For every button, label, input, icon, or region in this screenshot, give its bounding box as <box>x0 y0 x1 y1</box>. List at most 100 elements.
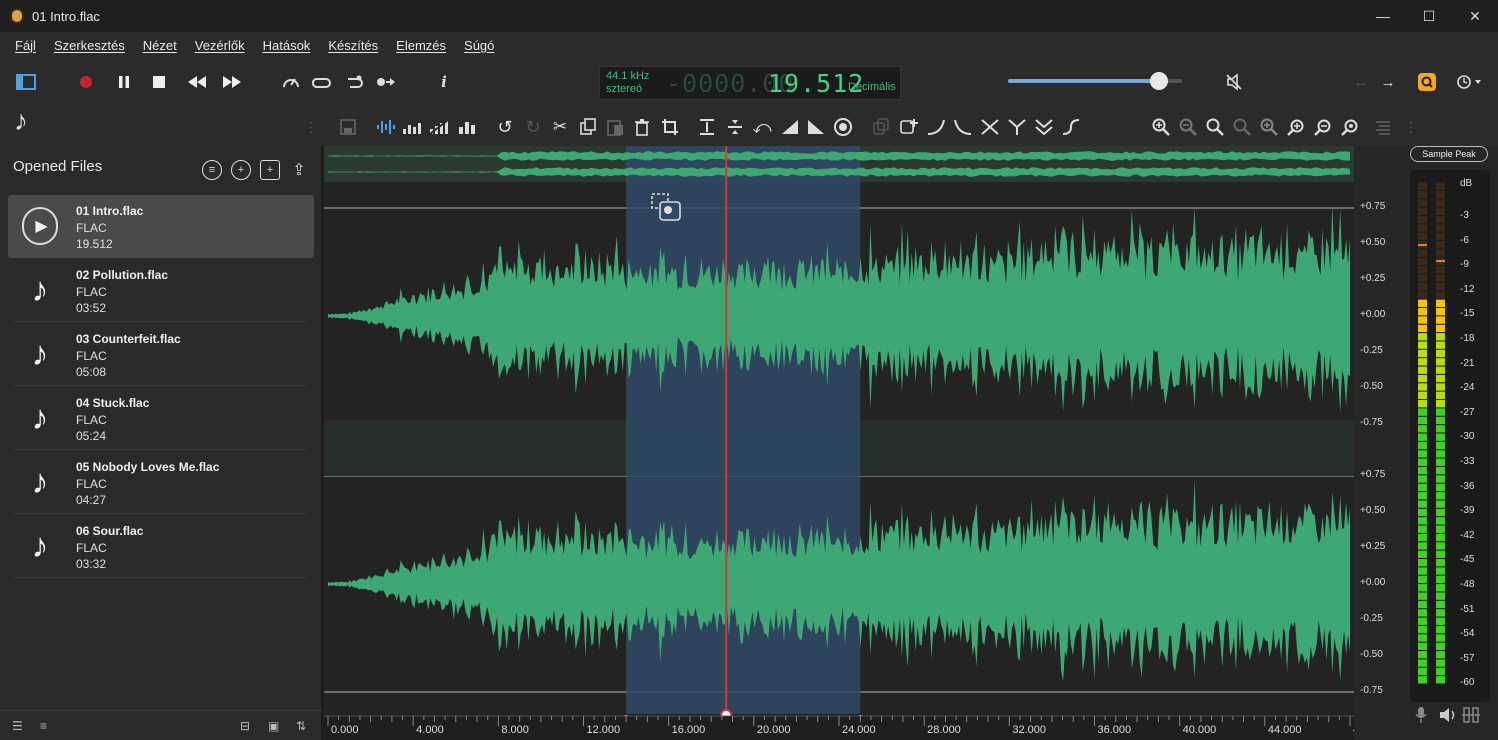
amplitude-tick-label: +0.50 <box>1360 505 1386 516</box>
compact-view-icon[interactable]: ≡ <box>40 719 47 733</box>
curve-down-icon[interactable] <box>952 116 974 138</box>
vertical-zoom-reset-icon[interactable] <box>1339 116 1361 138</box>
envelope-curve-icon[interactable] <box>1060 116 1082 138</box>
file-item[interactable]: ♪ 06 Sour.flac FLAC 03:32 <box>8 515 314 578</box>
redo-icon[interactable]: ↻ <box>522 116 544 138</box>
pause-button[interactable] <box>112 70 136 94</box>
crop-icon[interactable] <box>659 116 681 138</box>
duplicate-icon[interactable]: + <box>260 160 280 180</box>
file-item[interactable]: ♪ 02 Pollution.flac FLAC 03:52 <box>8 259 314 322</box>
track-list-icon[interactable] <box>1372 116 1394 138</box>
volume-slider-thumb[interactable] <box>1150 72 1169 90</box>
meter-settings-icon[interactable] <box>1462 706 1480 728</box>
forward-arrow-icon[interactable]: → <box>1376 70 1400 94</box>
cut-icon[interactable]: ✂ <box>549 116 571 138</box>
spectral-view-icon[interactable] <box>401 116 423 138</box>
export-icon[interactable]: ⇪ <box>289 160 309 180</box>
meter-segment <box>1436 575 1445 584</box>
expand-vertical-icon[interactable] <box>696 116 718 138</box>
menu-file[interactable]: Fájl <box>6 38 45 53</box>
speed-icon[interactable] <box>279 70 303 94</box>
vertical-zoom-in-icon[interactable] <box>1285 116 1307 138</box>
file-item[interactable]: ♪ 03 Counterfeit.flac FLAC 05:08 <box>8 323 314 386</box>
menu-controls[interactable]: Vezérlők <box>186 38 254 53</box>
menu-analyze[interactable]: Elemzés <box>387 38 455 53</box>
zoom-selection-icon[interactable] <box>1231 116 1253 138</box>
zoom-out-icon[interactable] <box>1177 116 1199 138</box>
collapse-vertical-icon[interactable] <box>724 116 746 138</box>
copy-icon[interactable] <box>577 116 599 138</box>
info-icon[interactable]: i <box>432 70 456 94</box>
mute-speaker-icon[interactable] <box>1222 70 1246 94</box>
fade-in-icon[interactable] <box>779 116 801 138</box>
waveform-canvas[interactable]: 0.000 4.000 8.000 12.000 16.000 20.000 24.000 2… <box>324 146 1387 740</box>
stop-button[interactable] <box>147 70 171 94</box>
loop-selection-icon[interactable] <box>342 70 366 94</box>
add-region-icon[interactable] <box>898 116 920 138</box>
back-arrow-icon[interactable]: ← <box>1349 70 1373 94</box>
normalize-icon[interactable] <box>832 116 854 138</box>
fade-out-icon[interactable] <box>805 116 827 138</box>
meter-segment <box>1436 266 1445 274</box>
meter-segment <box>1418 517 1427 525</box>
meter-mode-button[interactable]: Sample Peak <box>1410 146 1488 162</box>
menu-edit[interactable]: Szerkesztés <box>45 38 134 53</box>
paste-icon[interactable] <box>604 116 626 138</box>
list-view-icon[interactable]: ☰ <box>12 719 23 733</box>
save-icon[interactable] <box>337 116 359 138</box>
image-icon[interactable]: ▣ <box>268 719 279 733</box>
menu-view[interactable]: Nézet <box>134 38 186 53</box>
zoom-in-icon[interactable] <box>1150 116 1172 138</box>
swap-channels-icon[interactable] <box>979 116 1001 138</box>
add-file-icon[interactable]: + <box>231 160 251 180</box>
peak-hold-marker <box>1418 244 1427 246</box>
close-button[interactable]: ✕ <box>1452 0 1498 32</box>
waveform-view-icon[interactable] <box>375 116 397 138</box>
spectral-diagonal-icon[interactable] <box>428 116 450 138</box>
undo-icon[interactable]: ↺ <box>494 116 516 138</box>
link-icon[interactable]: ⊟ <box>240 719 250 733</box>
filter-icon[interactable]: ≡ <box>202 160 222 180</box>
vertical-zoom-out-icon[interactable] <box>1312 116 1334 138</box>
file-item[interactable]: ♪ 04 Stuck.flac FLAC 05:24 <box>8 387 314 450</box>
menu-create[interactable]: Készítés <box>319 38 387 53</box>
rewind-button[interactable] <box>185 70 209 94</box>
zoom-vertical-in-icon[interactable] <box>1258 116 1280 138</box>
menu-help[interactable]: Súgó <box>455 38 503 53</box>
curve-up-icon[interactable] <box>925 116 947 138</box>
meter-segment <box>1436 567 1445 575</box>
record-button[interactable] <box>74 70 98 94</box>
meter-segment <box>1436 441 1445 450</box>
menu-effects[interactable]: Hatások <box>254 38 320 53</box>
follow-cursor-icon[interactable] <box>374 70 398 94</box>
history-icon[interactable] <box>1454 70 1484 94</box>
waveform-editor[interactable]: 0.000 4.000 8.000 12.000 16.000 20.000 24.000 2… <box>324 146 1387 740</box>
sidebar-toggle-icon[interactable] <box>14 70 38 94</box>
speaker-icon[interactable] <box>1438 706 1458 728</box>
meter-segment <box>1436 383 1445 391</box>
maximize-button[interactable]: ☐ <box>1406 0 1452 32</box>
time-format[interactable]: Decimális <box>848 81 896 93</box>
meter-segment <box>1436 241 1445 249</box>
amplitude-tick-label: +0.50 <box>1360 237 1386 248</box>
reverse-icon[interactable]: ⤺ <box>751 116 773 138</box>
microphone-icon[interactable] <box>1414 706 1428 728</box>
fast-forward-button[interactable] <box>220 70 244 94</box>
spectrum-bars-icon[interactable] <box>456 116 478 138</box>
meter-segment <box>1436 500 1445 508</box>
clone-disabled-icon[interactable] <box>870 116 892 138</box>
split-channels-icon[interactable] <box>1033 116 1055 138</box>
time-tick-label: 8.000 <box>501 724 529 736</box>
sort-icon[interactable]: ⇅ <box>296 719 306 733</box>
file-item[interactable]: ♪ 05 Nobody Loves Me.flac FLAC 04:27 <box>8 451 314 514</box>
loop-icon[interactable] <box>310 70 334 94</box>
play-icon[interactable]: ▶ <box>22 207 58 245</box>
merge-channels-icon[interactable] <box>1006 116 1028 138</box>
zoom-full-icon[interactable] <box>1204 116 1226 138</box>
file-item[interactable]: ▶ 01 Intro.flac FLAC 19.512 <box>8 195 314 258</box>
search-app-icon[interactable] <box>1415 70 1439 94</box>
delete-icon[interactable] <box>631 116 653 138</box>
volume-slider[interactable] <box>1008 72 1182 90</box>
minimize-button[interactable]: — <box>1360 0 1406 32</box>
meter-segment <box>1418 642 1427 651</box>
